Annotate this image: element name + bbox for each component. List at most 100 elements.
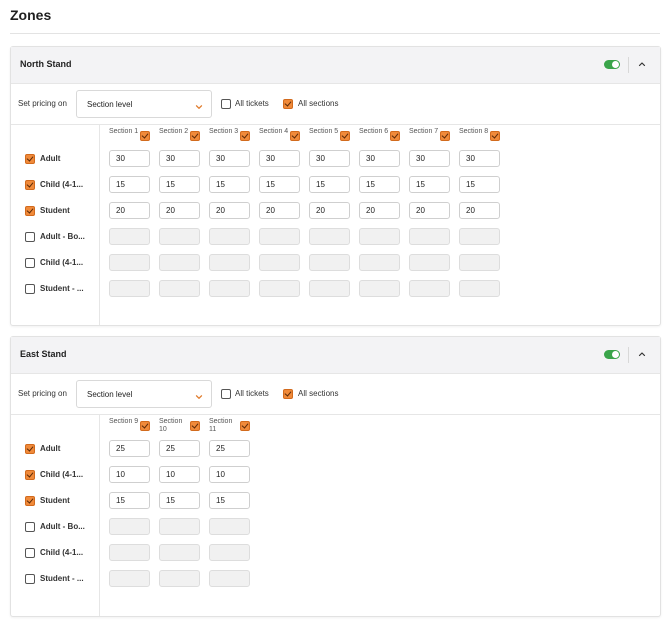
section-checkbox[interactable] [190, 131, 200, 141]
price-input [109, 518, 150, 535]
price-input[interactable]: 15 [409, 176, 450, 193]
section-checkbox[interactable] [240, 421, 250, 431]
price-input [409, 280, 450, 297]
price-input[interactable]: 10 [209, 466, 250, 483]
price-input [209, 518, 250, 535]
price-input [209, 280, 250, 297]
ticket-type-label: Student - ... [40, 284, 84, 293]
price-input[interactable]: 25 [159, 440, 200, 457]
zone-enabled-toggle[interactable] [604, 60, 620, 69]
ticket-type-checkbox[interactable] [25, 444, 35, 454]
chevron-down-icon [194, 99, 204, 109]
all-tickets-checkbox[interactable] [221, 389, 231, 399]
ticket-type-checkbox[interactable] [25, 180, 35, 190]
zone-header[interactable]: East Stand [11, 337, 660, 374]
price-input[interactable]: 30 [159, 150, 200, 167]
all-sections-checkbox[interactable] [283, 389, 293, 399]
price-input[interactable]: 20 [309, 202, 350, 219]
price-input[interactable]: 15 [209, 176, 250, 193]
section-checkbox[interactable] [490, 131, 500, 141]
all-sections-checkbox[interactable] [283, 99, 293, 109]
price-input[interactable]: 10 [109, 466, 150, 483]
ticket-type-label: Child (4-1... [40, 548, 84, 557]
price-input [309, 280, 350, 297]
zone-header[interactable]: North Stand [11, 47, 660, 84]
section-header: Section 4 [259, 128, 309, 148]
chevron-up-icon[interactable] [637, 59, 647, 69]
price-input[interactable]: 20 [459, 202, 500, 219]
pricing-level-select[interactable]: Section level [76, 90, 212, 118]
price-input [359, 254, 400, 271]
price-input[interactable]: 20 [409, 202, 450, 219]
price-input[interactable]: 30 [459, 150, 500, 167]
ticket-type-checkbox[interactable] [25, 574, 35, 584]
all-tickets-checkbox[interactable] [221, 99, 231, 109]
ticket-type-checkbox[interactable] [25, 548, 35, 558]
price-input [109, 570, 150, 587]
pricing-level-value: Section level [87, 390, 133, 399]
section-checkbox[interactable] [240, 131, 250, 141]
ticket-type-checkbox[interactable] [25, 232, 35, 242]
section-checkbox[interactable] [140, 131, 150, 141]
section-header: Section 11 [209, 418, 259, 438]
price-input[interactable]: 25 [109, 440, 150, 457]
price-input [159, 254, 200, 271]
ticket-type-checkbox[interactable] [25, 154, 35, 164]
price-input[interactable]: 15 [109, 492, 150, 509]
price-input[interactable]: 15 [259, 176, 300, 193]
price-input [259, 228, 300, 245]
section-checkbox[interactable] [340, 131, 350, 141]
section-checkbox[interactable] [440, 131, 450, 141]
price-input[interactable]: 15 [209, 492, 250, 509]
price-input[interactable]: 30 [209, 150, 250, 167]
pricing-level-select[interactable]: Section level [76, 380, 212, 408]
price-input[interactable]: 15 [159, 492, 200, 509]
price-input[interactable]: 30 [309, 150, 350, 167]
price-grid: Section 9 Section 10 Section 11 Adult 25 25 25… [11, 415, 660, 616]
ticket-type-checkbox[interactable] [25, 496, 35, 506]
ticket-type-checkbox[interactable] [25, 522, 35, 532]
ticket-type-checkbox[interactable] [25, 258, 35, 268]
price-input [209, 254, 250, 271]
ticket-type-label: Child (4-1... [40, 180, 84, 189]
price-input[interactable]: 20 [359, 202, 400, 219]
ticket-type-checkbox[interactable] [25, 284, 35, 294]
price-input [109, 280, 150, 297]
price-input[interactable]: 20 [109, 202, 150, 219]
zone-enabled-toggle[interactable] [604, 350, 620, 359]
section-header: Section 2 [159, 128, 209, 148]
section-header: Section 1 [109, 128, 159, 148]
price-input[interactable]: 20 [209, 202, 250, 219]
price-input[interactable]: 20 [159, 202, 200, 219]
ticket-type-checkbox[interactable] [25, 470, 35, 480]
section-checkbox[interactable] [390, 131, 400, 141]
page-title: Zones [10, 7, 52, 23]
price-input[interactable]: 15 [359, 176, 400, 193]
section-checkbox[interactable] [140, 421, 150, 431]
price-input [159, 280, 200, 297]
zone-panel: North Stand Set pricing on Section level Al… [10, 46, 661, 326]
title-divider [10, 33, 660, 34]
price-input[interactable]: 15 [159, 176, 200, 193]
price-input[interactable]: 25 [209, 440, 250, 457]
ticket-type-label: Student - ... [40, 574, 84, 583]
price-grid: Section 1 Section 2 Section 3 Section 4 Sect… [11, 125, 660, 325]
price-input[interactable]: 30 [109, 150, 150, 167]
ticket-type-checkbox[interactable] [25, 206, 35, 216]
price-input[interactable]: 20 [259, 202, 300, 219]
price-input[interactable]: 30 [359, 150, 400, 167]
chevron-up-icon[interactable] [637, 349, 647, 359]
price-input[interactable]: 15 [109, 176, 150, 193]
price-input [159, 544, 200, 561]
section-checkbox[interactable] [190, 421, 200, 431]
section-checkbox[interactable] [290, 131, 300, 141]
price-input[interactable]: 30 [259, 150, 300, 167]
price-input[interactable]: 15 [459, 176, 500, 193]
price-input[interactable]: 30 [409, 150, 450, 167]
price-input[interactable]: 10 [159, 466, 200, 483]
section-header: Section 3 [209, 128, 259, 148]
price-input [109, 254, 150, 271]
section-header: Section 7 [409, 128, 459, 148]
all-tickets-label: All tickets [235, 99, 269, 108]
price-input[interactable]: 15 [309, 176, 350, 193]
